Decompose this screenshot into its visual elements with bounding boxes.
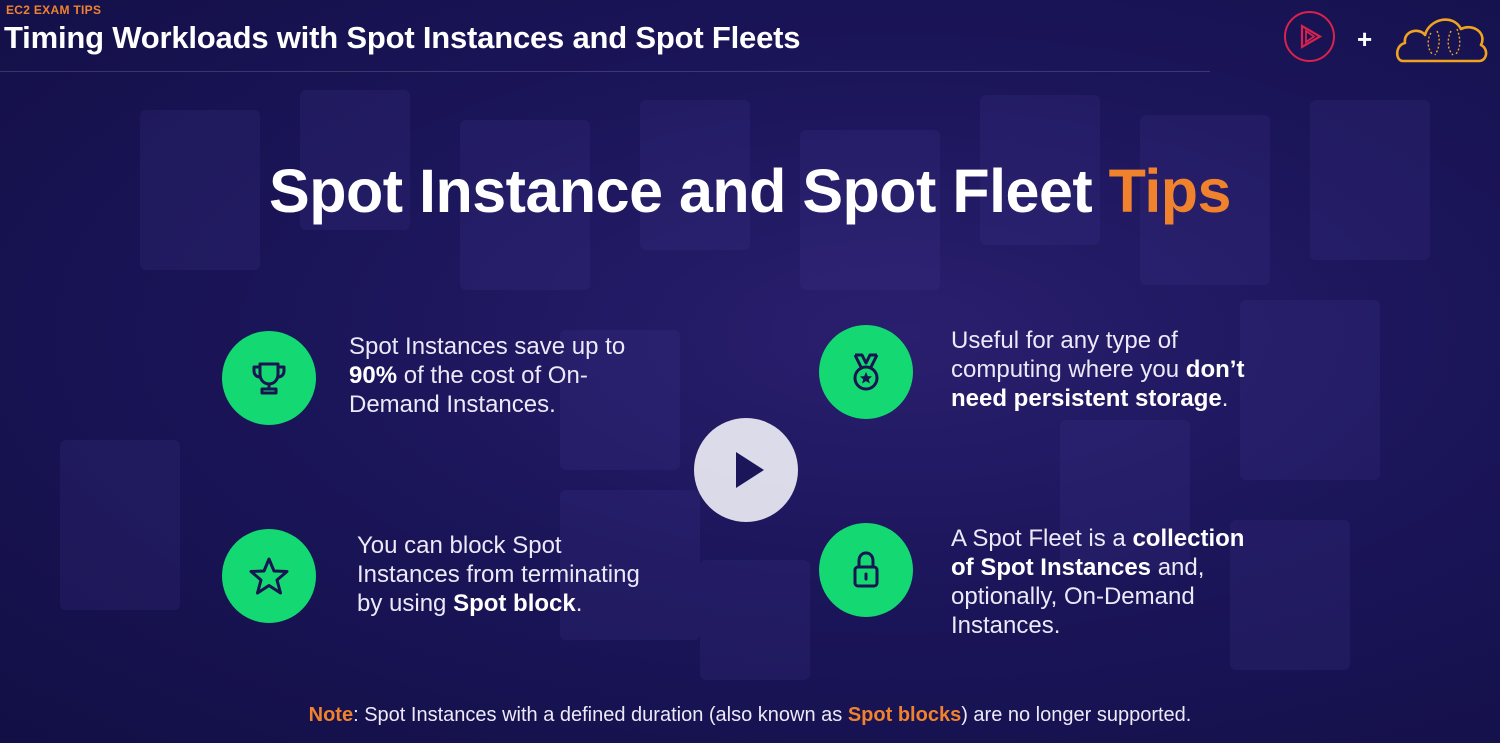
trophy-icon	[222, 331, 316, 425]
tip-text: .	[1221, 385, 1229, 412]
tip-text: Demand Instances.	[349, 391, 556, 418]
footer-note: Note: Spot Instances with a defined dura…	[0, 704, 1500, 727]
tip-line: A Spot Fleet is a collection	[951, 524, 1291, 553]
lock-icon	[819, 523, 913, 617]
tip-spot-fleet: A Spot Fleet is a collection of Spot Ins…	[951, 524, 1291, 640]
headline-main: Spot Instance and Spot Fleet	[269, 157, 1093, 225]
tip-line: optionally, On-Demand	[951, 582, 1291, 611]
medal-icon	[819, 325, 913, 419]
tip-text: Instances.	[951, 612, 1061, 639]
tip-text: Spot Instances save up to	[349, 333, 626, 360]
tip-line: Useful for any type of	[951, 326, 1291, 355]
tip-line: Demand Instances.	[349, 390, 669, 419]
video-play-button[interactable]	[694, 418, 798, 522]
tip-emphasis: need persistent storage	[951, 385, 1222, 412]
tip-storage: Useful for any type of computing where y…	[951, 326, 1291, 413]
note-text-before: : Spot Instances with a defined duration…	[353, 704, 848, 726]
tip-line: 90% of the cost of On-	[349, 361, 669, 390]
note-label: Note	[308, 704, 354, 726]
note-text-after: ) are no longer supported.	[961, 704, 1192, 726]
tip-line: Instances from terminating	[357, 560, 687, 589]
tip-text: of the cost of On-	[397, 362, 588, 389]
tip-text: Useful for any type of	[951, 327, 1178, 354]
tip-text: optionally, On-Demand	[951, 583, 1195, 610]
tip-text: and,	[1151, 554, 1205, 581]
tip-emphasis: collection	[1132, 525, 1245, 552]
pluralsight-logo-icon	[1284, 11, 1335, 62]
plus-sign: +	[1357, 24, 1373, 54]
slide-header: EC2 EXAM TIPS Timing Workloads with Spot…	[0, 0, 1500, 72]
tip-line: Spot Instances save up to	[349, 332, 669, 361]
acloudguru-logo-icon	[1393, 9, 1491, 70]
tip-line: of Spot Instances and,	[951, 553, 1291, 582]
tip-emphasis: don’t	[1185, 356, 1245, 383]
tip-line: need persistent storage.	[951, 384, 1291, 413]
tip-emphasis: of Spot Instances	[951, 554, 1152, 581]
header-divider	[0, 71, 1210, 72]
tip-text: You can block Spot	[357, 532, 562, 559]
section-kicker: EC2 EXAM TIPS	[6, 3, 102, 17]
star-icon	[222, 529, 316, 623]
tip-text: .	[575, 590, 583, 617]
slide-title: Timing Workloads with Spot Instances and…	[4, 20, 801, 55]
tip-line: Instances.	[951, 611, 1291, 640]
slide-headline: Spot Instance and Spot Fleet Tips	[0, 156, 1500, 226]
tip-text: Instances from terminating	[357, 561, 640, 588]
play-icon	[736, 452, 764, 488]
tip-text: by using	[357, 590, 454, 617]
tip-spot-block: You can block Spot Instances from termin…	[357, 531, 687, 618]
headline-accent: Tips	[1108, 157, 1232, 225]
tip-emphasis: Spot block	[453, 590, 576, 617]
tip-line: You can block Spot	[357, 531, 687, 560]
tip-emphasis: 90%	[349, 362, 398, 389]
note-highlight: Spot blocks	[847, 704, 962, 726]
tip-text: A Spot Fleet is a	[951, 525, 1133, 552]
tip-line: computing where you don’t	[951, 355, 1291, 384]
tip-line: by using Spot block.	[357, 589, 687, 618]
tip-text: computing where you	[951, 356, 1186, 383]
tip-savings: Spot Instances save up to 90% of the cos…	[349, 332, 669, 419]
